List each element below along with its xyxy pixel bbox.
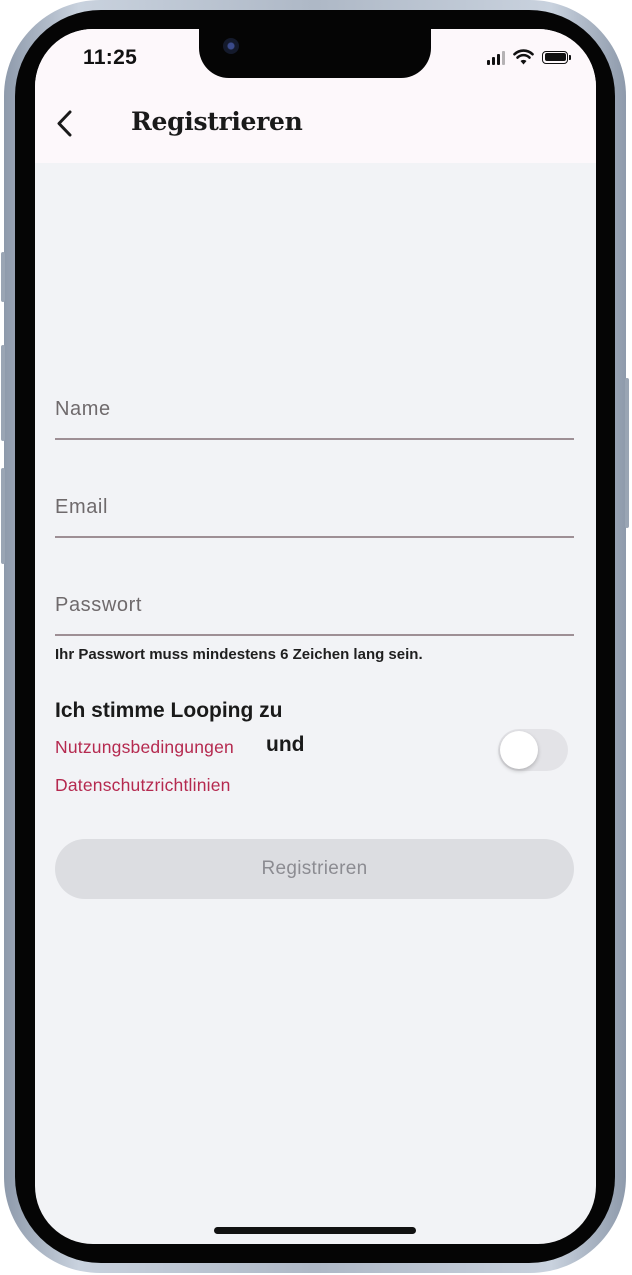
cellular-signal-icon: [487, 49, 505, 65]
password-input[interactable]: [55, 586, 574, 624]
terms-of-use-link[interactable]: Nutzungsbedingungen: [55, 737, 234, 758]
page-title: Registrieren: [131, 107, 303, 136]
app-screen: 11:25 Registrieren Ihr: [35, 29, 596, 1244]
back-button[interactable]: [49, 103, 89, 147]
notch: [199, 29, 431, 78]
terms-connector: und: [266, 733, 305, 756]
name-field[interactable]: [55, 380, 574, 440]
terms-accept-toggle[interactable]: [498, 729, 568, 771]
front-camera: [223, 38, 239, 54]
volume-down-button: [1, 468, 5, 564]
email-field[interactable]: [55, 478, 574, 538]
toggle-knob: [500, 731, 538, 769]
power-button: [625, 378, 629, 528]
status-time: 11:25: [83, 46, 138, 69]
chevron-left-icon: [57, 110, 72, 137]
navigation-bar: Registrieren: [35, 87, 596, 163]
name-input[interactable]: [55, 390, 574, 428]
volume-up-button: [1, 345, 5, 441]
password-hint: Ihr Passwort muss mindestens 6 Zeichen l…: [55, 646, 423, 663]
home-indicator: [214, 1227, 416, 1234]
wifi-icon: [513, 49, 534, 65]
terms-intro: Ich stimme Looping zu: [55, 699, 283, 722]
email-input[interactable]: [55, 488, 574, 526]
privacy-policy-link[interactable]: Datenschutzrichtlinien: [55, 775, 231, 796]
register-button[interactable]: Registrieren: [55, 839, 574, 899]
silent-switch: [1, 252, 5, 302]
status-icons: [487, 49, 571, 65]
battery-icon: [542, 50, 571, 64]
password-field[interactable]: [55, 576, 574, 636]
